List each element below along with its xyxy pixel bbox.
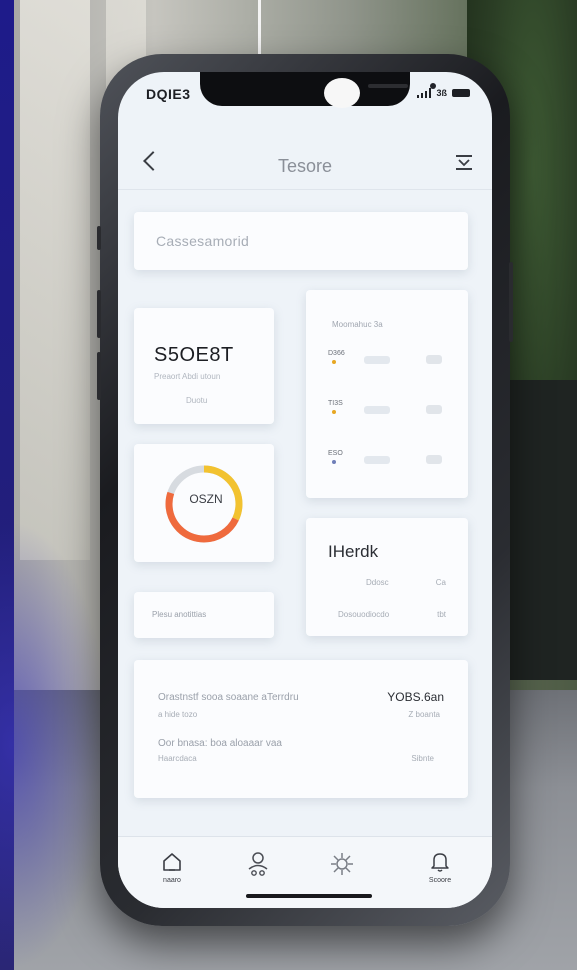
nav-header: Tesore — [118, 134, 492, 190]
camera-icon — [324, 78, 360, 108]
tab-home[interactable]: naaro — [152, 851, 192, 895]
status-dot-icon — [332, 410, 336, 414]
speaker-grille — [368, 84, 408, 88]
list-item[interactable]: ESO — [328, 450, 448, 474]
signal-icon — [416, 88, 432, 98]
stat-value: S5OE8T — [154, 344, 234, 366]
list-item-tag — [426, 355, 442, 364]
list-item-label: ESO — [328, 450, 343, 457]
summary-value: YOBS.6an — [387, 690, 444, 704]
blue-glow — [0, 520, 110, 970]
summary-line-3: Oor bnasa: boa aloaaar vaa — [158, 738, 282, 749]
list-item-bar — [364, 406, 390, 414]
home-icon — [163, 853, 181, 871]
list-header: Moomahuc 3a — [332, 320, 383, 329]
summary-card[interactable]: Orastnstf sooa soaane aTerrdru a hide to… — [134, 660, 468, 798]
summary-line-1: Orastnstf sooa soaane aTerrdru — [158, 692, 299, 703]
phone-screen: DQIE3 3ß Tesore Cassesamorid S5OE8T Prea… — [118, 72, 492, 908]
status-time: DQIE3 — [146, 86, 191, 102]
notifications-icon — [431, 853, 449, 872]
donut-card[interactable]: OSZN — [134, 444, 274, 562]
page-title: Tesore — [277, 156, 333, 176]
tab-profile[interactable] — [238, 851, 278, 895]
search-placeholder: Cassesamorid — [156, 233, 250, 249]
list-item-tag — [426, 455, 442, 464]
stat-card[interactable]: S5OE8T Preaort Abdi utoun Duotu — [134, 308, 274, 424]
battery-icon — [452, 89, 470, 97]
home-indicator[interactable] — [246, 894, 372, 898]
list-item[interactable]: D366 — [328, 350, 448, 374]
tab-label: Scoore — [428, 877, 452, 884]
search-input[interactable]: Cassesamorid — [134, 212, 468, 270]
profile-icon — [248, 852, 268, 876]
brand-row2-right: tbt — [437, 610, 446, 619]
list-item-bar — [364, 356, 390, 364]
phone-frame: DQIE3 3ß Tesore Cassesamorid S5OE8T Prea… — [97, 54, 513, 926]
list-item[interactable]: TI3S — [328, 400, 448, 424]
summary-line-4: Haarcdaca — [158, 754, 197, 763]
list-item-label: TI3S — [328, 400, 343, 407]
status-indicators: 3ß — [416, 88, 470, 98]
list-item-tag — [426, 405, 442, 414]
volume-up-button — [97, 290, 101, 338]
tab-label: naaro — [163, 877, 181, 884]
list-item-bar — [364, 456, 390, 464]
settings-icon — [331, 853, 353, 875]
network-label: 3ß — [436, 88, 447, 98]
list-item-label: D366 — [328, 350, 345, 357]
notch — [200, 72, 436, 108]
window-pane — [20, 0, 90, 560]
menu-icon[interactable] — [456, 154, 472, 170]
brand-row2-left: Dosouodiocdo — [338, 610, 390, 619]
summary-value-sub: Z boanta — [408, 710, 440, 719]
mute-switch — [97, 226, 101, 250]
brand-card[interactable]: IHerdk Ddosc Ca Dosouodiocdo tbt — [306, 518, 468, 636]
summary-line-2: a hide tozo — [158, 710, 198, 719]
brand-title: IHerdk — [328, 542, 379, 561]
sensor-icon — [430, 83, 436, 89]
brand-row1-left: Ddosc — [366, 578, 389, 587]
tab-notifications[interactable]: Scoore — [420, 851, 460, 895]
volume-down-button — [97, 352, 101, 400]
info-card[interactable]: Plesu anotittias — [134, 592, 274, 638]
donut-label: OSZN — [189, 492, 223, 506]
side-button — [509, 262, 513, 342]
info-text: Plesu anotittias — [152, 610, 207, 619]
stat-subtitle: Preaort Abdi utoun — [154, 372, 221, 381]
status-dot-icon — [332, 360, 336, 364]
status-dot-icon — [332, 460, 336, 464]
summary-action-link[interactable]: Sibnte — [411, 754, 434, 763]
brand-row1-right: Ca — [435, 578, 446, 587]
stat-footer: Duotu — [186, 396, 208, 405]
tab-settings[interactable] — [322, 851, 362, 895]
list-card[interactable]: Moomahuc 3a D366 TI3S ESO — [306, 290, 468, 498]
